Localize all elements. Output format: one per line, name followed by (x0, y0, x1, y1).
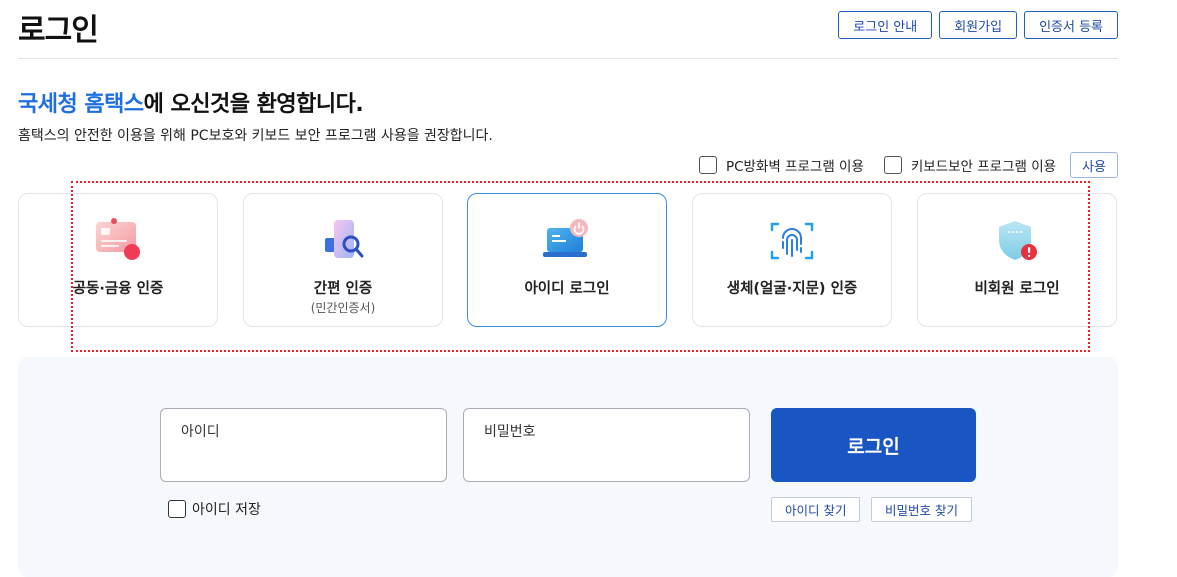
login-submit-button[interactable]: 로그인 (771, 408, 976, 482)
keyboard-security-option[interactable]: 키보드보안 프로그램 이용 (883, 155, 1057, 175)
pc-firewall-label: PC방화벽 프로그램 이용 (725, 159, 864, 175)
method-card-simple-auth[interactable]: 간편 인증 (민간인증서) (243, 193, 443, 327)
signup-button[interactable]: 회원가입 (939, 11, 1018, 39)
method-label: 생체(얼굴·지문) 인증 (726, 281, 858, 297)
method-card-guest-login[interactable]: 비회원 로그인 (917, 193, 1117, 327)
pc-firewall-option[interactable]: PC방화벽 프로그램 이용 (698, 155, 864, 175)
simple-auth-phone-icon (325, 220, 364, 258)
password-field[interactable] (463, 408, 750, 482)
method-card-id-login[interactable]: 아이디 로그인 (467, 193, 667, 327)
password-input[interactable] (484, 424, 724, 440)
pc-firewall-checkbox[interactable] (698, 156, 717, 174)
security-use-button[interactable]: 사용 (1070, 152, 1118, 178)
page-title: 로그인 (18, 13, 99, 48)
certificate-card-icon (96, 218, 140, 260)
method-label: 아이디 로그인 (524, 281, 610, 297)
find-password-button[interactable]: 비밀번호 찾기 (871, 497, 972, 522)
fingerprint-icon (770, 222, 814, 260)
welcome-heading: 국세청 홈택스에 오신것을 환영합니다. (18, 86, 364, 118)
header-divider (18, 58, 1118, 59)
keyboard-security-label: 키보드보안 프로그램 이용 (910, 159, 1057, 175)
security-recommendation-text: 홈택스의 안전한 이용을 위해 PC보호와 키보드 보안 프로그램 사용을 권장… (18, 128, 493, 144)
method-card-biometric[interactable]: 생체(얼굴·지문) 인증 (692, 193, 892, 327)
method-label: 비회원 로그인 (974, 281, 1060, 297)
save-id-option[interactable]: 아이디 저장 (168, 499, 261, 519)
security-options: PC방화벽 프로그램 이용 키보드보안 프로그램 이용 사용 (698, 152, 1118, 178)
shield-alert-icon (999, 221, 1037, 260)
save-id-label: 아이디 저장 (192, 502, 261, 518)
id-input[interactable] (181, 424, 421, 440)
laptop-power-icon (543, 219, 588, 257)
welcome-accent: 국세청 홈택스 (18, 92, 144, 117)
method-card-certificate[interactable]: 공동·금융 인증 (18, 193, 218, 327)
method-label: 공동·금융 인증 (72, 281, 164, 297)
find-id-button[interactable]: 아이디 찾기 (771, 497, 861, 522)
header-links: 로그인 안내 회원가입 인증서 등록 (838, 11, 1118, 39)
login-guide-button[interactable]: 로그인 안내 (838, 11, 933, 39)
keyboard-security-checkbox[interactable] (883, 156, 902, 174)
save-id-checkbox[interactable] (168, 500, 186, 518)
method-sublabel: (민간인증서) (310, 301, 376, 315)
method-label: 간편 인증 (313, 281, 373, 297)
certificate-register-button[interactable]: 인증서 등록 (1024, 11, 1118, 39)
welcome-rest: 에 오신것을 환영합니다. (143, 92, 364, 117)
id-field[interactable] (160, 408, 447, 482)
